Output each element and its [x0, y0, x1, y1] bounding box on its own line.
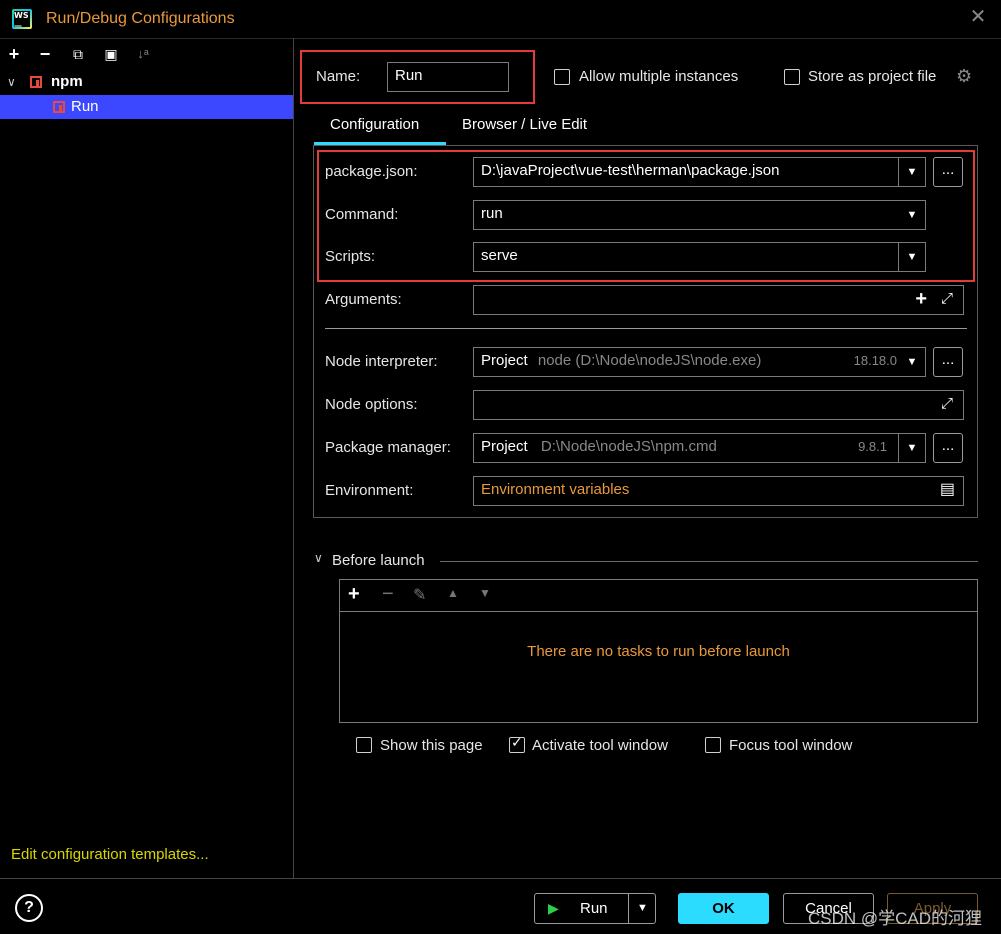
scripts-label: Scripts: — [325, 248, 376, 265]
run-button-label[interactable]: Run — [580, 894, 608, 923]
arguments-label: Arguments: — [325, 291, 402, 308]
tree-item-label: Run — [71, 98, 99, 115]
browse-package-json-button[interactable]: ... — [933, 157, 963, 187]
node-interpreter-select[interactable]: Project node (D:\Node\nodeJS\node.exe) 1… — [473, 347, 926, 377]
arguments-input[interactable]: + ⤢ — [473, 285, 964, 315]
chevron-down-icon[interactable]: ▼ — [898, 158, 925, 186]
expand-icon[interactable]: ⤢ — [941, 391, 953, 417]
command-select[interactable]: run ▼ — [473, 200, 926, 230]
package-manager-main: Project — [481, 438, 528, 455]
node-version: 18.18.0 — [853, 353, 897, 368]
package-manager-select[interactable]: Project D:\Node\nodeJS\npm.cmd 9.8.1 ▼ — [473, 433, 926, 463]
window-title: Run/Debug Configurations — [46, 10, 235, 27]
remove-configuration-button[interactable]: − — [35, 44, 55, 64]
chevron-down-icon[interactable]: ▼ — [628, 894, 656, 923]
separator — [0, 878, 1001, 879]
focus-tool-window-label: Focus tool window — [729, 737, 853, 754]
expand-icon[interactable]: ⤢ — [941, 286, 953, 312]
list-icon[interactable]: ▤ — [940, 477, 955, 503]
tree-group-npm[interactable]: ∨ npm — [0, 70, 293, 94]
package-manager-path: D:\Node\nodeJS\npm.cmd — [540, 438, 717, 455]
remove-task-icon[interactable]: − — [382, 583, 394, 606]
browse-package-manager-button[interactable]: ... — [933, 433, 963, 463]
browse-node-interpreter-button[interactable]: ... — [933, 347, 963, 377]
tree-item-run[interactable]: Run — [0, 95, 293, 119]
before-launch-title[interactable]: Before launch — [332, 552, 425, 569]
allow-multiple-checkbox[interactable] — [554, 69, 570, 85]
chevron-down-icon[interactable]: ▼ — [898, 434, 925, 462]
move-up-icon[interactable]: ▲ — [447, 586, 459, 600]
sort-icon[interactable]: ↓ᵃ — [133, 44, 153, 64]
move-down-icon[interactable]: ▼ — [479, 586, 491, 600]
node-options-input[interactable]: ⤢ — [473, 390, 964, 420]
package-json-select[interactable]: D:\javaProject\vue-test\herman\package.j… — [473, 157, 926, 187]
tab-label: Configuration — [330, 116, 420, 133]
add-task-icon[interactable]: + — [348, 583, 360, 606]
close-icon[interactable]: ✕ — [968, 6, 988, 28]
activate-tool-window-checkbox[interactable] — [509, 735, 525, 753]
chevron-down-icon[interactable]: ▼ — [898, 243, 925, 271]
add-icon[interactable]: + — [915, 286, 927, 312]
ok-button[interactable]: OK — [678, 893, 769, 924]
scripts-select[interactable]: serve ▼ — [473, 242, 926, 272]
name-label: Name: — [316, 68, 361, 85]
show-page-checkbox[interactable] — [356, 737, 372, 753]
package-json-label: package.json: — [325, 163, 418, 180]
scripts-value: serve — [481, 247, 518, 264]
command-value: run — [481, 205, 503, 222]
environment-input[interactable]: Environment variables ▤ — [473, 476, 964, 506]
webstorm-logo-icon: WS — — [12, 9, 32, 30]
chevron-down-icon[interactable]: ▼ — [899, 201, 925, 229]
separator — [325, 328, 967, 329]
environment-value: Environment variables — [481, 481, 630, 498]
node-options-label: Node options: — [325, 396, 418, 413]
separator — [440, 561, 978, 562]
before-launch-panel: + − ✎ ▲ ▼ There are no tasks to run befo… — [339, 579, 978, 723]
tree-group-label: npm — [51, 73, 83, 90]
chevron-down-icon[interactable]: ∨ — [7, 70, 16, 94]
no-tasks-message: There are no tasks to run before launch — [527, 643, 790, 660]
play-icon: ▶ — [548, 900, 559, 916]
package-json-value: D:\javaProject\vue-test\herman\package.j… — [481, 162, 780, 179]
package-manager-label: Package manager: — [325, 439, 451, 456]
gear-icon[interactable]: ⚙ — [956, 66, 972, 87]
title-bar: WS — Run/Debug Configurations ✕ — [0, 0, 1001, 39]
node-interpreter-main: Project — [481, 352, 528, 369]
show-page-label: Show this page — [380, 737, 483, 754]
run-button-group[interactable]: ▶ Run ▼ — [534, 893, 656, 924]
store-as-project-checkbox[interactable] — [784, 69, 800, 85]
chevron-down-icon[interactable]: ▼ — [899, 348, 925, 376]
package-manager-version: 9.8.1 — [858, 439, 887, 454]
node-interpreter-label: Node interpreter: — [325, 353, 438, 370]
command-label: Command: — [325, 206, 399, 223]
npm-icon — [53, 101, 65, 113]
add-configuration-button[interactable]: + — [4, 44, 24, 64]
csdn-watermark: CSDN @学CAD的河狸 — [808, 909, 983, 928]
node-interpreter-path: node (D:\Node\nodeJS\node.exe) — [537, 352, 762, 369]
allow-multiple-label: Allow multiple instances — [579, 68, 739, 85]
edit-configuration-templates-link[interactable]: Edit configuration templates... — [11, 846, 209, 863]
tab-browser-live-edit[interactable]: Browser / Live Edit — [462, 116, 587, 133]
edit-task-icon[interactable]: ✎ — [413, 585, 426, 605]
chevron-down-icon[interactable]: ∨ — [314, 551, 323, 565]
before-launch-toolbar: + − ✎ ▲ ▼ — [340, 580, 977, 612]
help-icon[interactable]: ? — [15, 894, 43, 922]
name-input[interactable]: Run — [387, 62, 509, 92]
environment-label: Environment: — [325, 482, 414, 499]
store-as-project-label: Store as project file — [808, 68, 937, 85]
tab-configuration[interactable]: Configuration — [314, 108, 446, 146]
configurations-tree-panel: + − ⧉ ▣ ↓ᵃ ∨ npm Run Edit configuration … — [0, 38, 294, 878]
copy-configuration-icon[interactable]: ⧉ — [68, 44, 88, 64]
npm-icon — [30, 76, 42, 88]
activate-tool-window-label: Activate tool window — [532, 737, 668, 754]
focus-tool-window-checkbox[interactable] — [705, 737, 721, 753]
new-folder-icon[interactable]: ▣ — [101, 44, 121, 64]
